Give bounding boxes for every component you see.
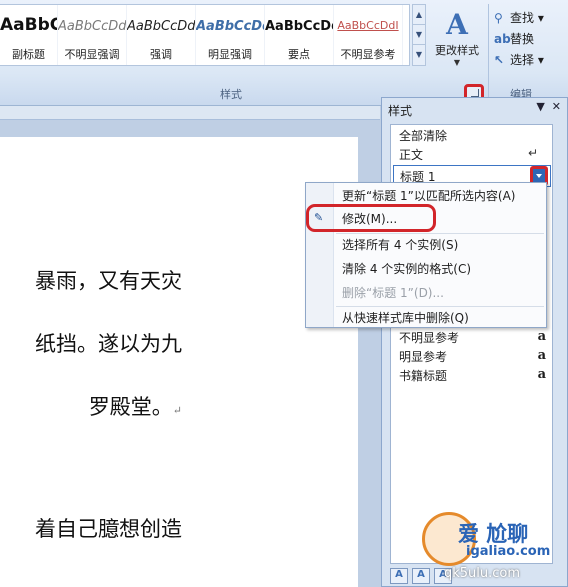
gallery-up-icon[interactable]: ▲ [413, 5, 425, 25]
character-style-icon: a [537, 367, 546, 382]
document-line: 罗殿堂。↵ [0, 391, 358, 421]
select-label: 选择 [510, 53, 535, 67]
style-item-clear-all[interactable]: 全部清除 [399, 127, 447, 146]
style-context-menu: 更新“标题 1”以匹配所选内容(A) ✎ 修改(M)... 选择所有 4 个实例… [305, 182, 547, 328]
menu-item-remove-from-gallery[interactable]: 从快速样式库中删除(Q) [342, 308, 469, 328]
close-icon[interactable]: ✕ [552, 100, 561, 113]
watermark-url-secondary: qk5ulu.com [444, 566, 521, 581]
style-sample: AaBbCcDdI [337, 19, 399, 32]
ruler [0, 106, 380, 120]
style-sample: AaBbCcDd [265, 19, 333, 34]
find-icon: ⚲ [494, 11, 503, 25]
watermark-url: igaliao.com [466, 544, 551, 559]
style-name: 要点 [288, 48, 310, 61]
character-style-icon: a [537, 348, 546, 363]
document-line: 着自己臆想创造 [35, 517, 182, 541]
style-tile-subtle-reference[interactable]: AaBbCcDdI 不明显参考 [334, 5, 403, 65]
style-sample: AaBbCcDd [127, 19, 195, 34]
find-button[interactable]: ⚲ 查找 ▾ [494, 8, 568, 29]
quick-styles-gallery: AaBbC 副标题 AaBbCcDd 不明显强调 AaBbCcDd 强调 AaB… [0, 4, 410, 66]
document-line-text: 罗殿堂。 [88, 395, 173, 419]
watermark-logo: 爱 尬聊 igaliao.com qk5ulu.com [418, 508, 568, 587]
style-name: 副标题 [12, 48, 45, 61]
style-item-book-title[interactable]: 书籍标题 [399, 367, 447, 386]
style-item-intense-reference[interactable]: 明显参考 [399, 348, 447, 367]
group-divider [488, 4, 489, 98]
character-style-icon: a [537, 329, 546, 344]
select-cursor-icon: ↖ [494, 53, 505, 67]
style-item-subtle-reference[interactable]: 不明显参考 [399, 329, 459, 348]
change-styles-button[interactable]: A 更改样式 ▼ [430, 8, 484, 80]
document-line: 纸挡。遂以为九 [35, 332, 182, 356]
menu-item-clear-formatting[interactable]: 清除 4 个实例的格式(C) [342, 259, 471, 279]
style-tile-subtle-emphasis[interactable]: AaBbCcDd 不明显强调 [58, 5, 127, 65]
select-button[interactable]: ↖ 选择 ▾ [494, 50, 568, 71]
style-item-normal[interactable]: 正文 [399, 146, 423, 165]
style-sample: AaBbCcDd [196, 19, 264, 34]
gallery-more-icon[interactable]: ▼ [413, 45, 425, 65]
replace-label: 替换 [510, 32, 535, 46]
chevron-down-icon: ▼ [453, 58, 461, 67]
new-style-icon[interactable]: A [390, 568, 408, 584]
ribbon: AaBbC 副标题 AaBbCcDd 不明显强调 AaBbCcDd 强调 AaB… [0, 0, 568, 106]
change-styles-icon: A [446, 8, 468, 41]
gallery-down-icon[interactable]: ▼ [413, 25, 425, 45]
style-name: 不明显参考 [340, 48, 396, 61]
menu-separator [336, 233, 544, 234]
style-name: 明显强调 [208, 48, 252, 61]
replace-icon: ab [494, 32, 511, 46]
style-tile-emphasis[interactable]: AaBbCcDd 强调 [127, 5, 196, 65]
paragraph-mark-icon: ↵ [172, 404, 182, 417]
style-name: 不明显强调 [64, 48, 120, 61]
paragraph-mark-icon: ↵ [527, 146, 538, 160]
find-label: 查找 [510, 11, 535, 25]
gallery-scrollbar[interactable]: ▲ ▼ ▼ [412, 4, 426, 66]
menu-item-delete-style: 删除“标题 1”(D)... [342, 286, 444, 300]
pane-controls: ▼ ✕ [536, 100, 561, 113]
style-tile-intense-emphasis[interactable]: AaBbCcDd 明显强调 [196, 5, 265, 65]
style-tile-subtitle[interactable]: AaBbC 副标题 [0, 5, 58, 65]
modify-icon: ✎ [314, 211, 324, 224]
pane-options-icon[interactable]: ▼ [536, 100, 544, 113]
editing-group: ⚲ 查找 ▾ ab替换 ↖ 选择 ▾ [494, 8, 568, 71]
style-sample: AaBbCcDd [58, 19, 126, 34]
style-name: 强调 [150, 48, 172, 61]
menu-item-select-all-instances[interactable]: 选择所有 4 个实例(S) [342, 235, 458, 255]
menu-item-modify[interactable]: 修改(M)... [342, 209, 397, 229]
menu-separator [336, 306, 544, 307]
pane-title: 样式 [388, 104, 413, 118]
replace-button[interactable]: ab替换 [494, 29, 568, 50]
style-sample: AaBbC [0, 15, 57, 35]
menu-item-update-to-match[interactable]: 更新“标题 1”以匹配所选内容(A) [342, 186, 515, 206]
launcher-icon [471, 89, 479, 97]
change-styles-label: 更改样式 [435, 44, 479, 57]
style-tile-strong[interactable]: AaBbCcDd 要点 [265, 5, 334, 65]
